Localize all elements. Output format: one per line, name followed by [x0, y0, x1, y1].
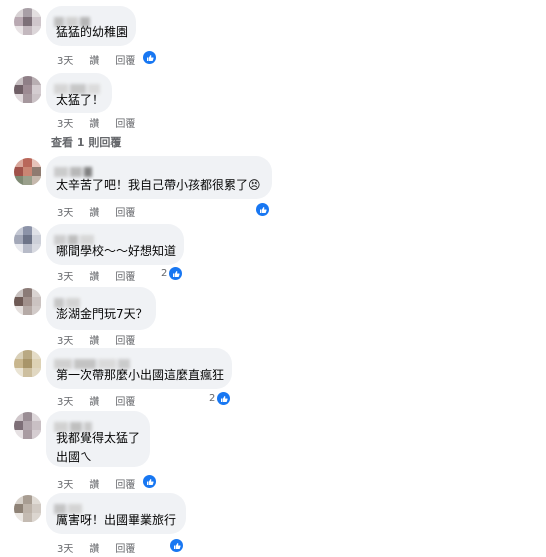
comment-time[interactable]: 3天 [57, 393, 73, 408]
like-action[interactable]: 讚 [89, 393, 99, 408]
comment-bubble: 太猛了！ [46, 73, 112, 113]
reply-action[interactable]: 回覆 [115, 540, 135, 555]
comment-bubble: 澎湖金門玩7天？ [46, 287, 156, 330]
comment-text: 太辛苦了吧！我自己帶小孩都很累了😣 [56, 178, 261, 192]
like-action[interactable]: 讚 [89, 476, 99, 491]
reply-action[interactable]: 回覆 [115, 52, 135, 67]
avatar[interactable] [14, 495, 42, 523]
comment-bubble: 哪間學校～～好想知道 [46, 224, 184, 265]
comment-bubble: 第一次帶那麼小出國這麼直瘋狂 [46, 348, 232, 389]
comment-bubble: 太辛苦了吧！我自己帶小孩都很累了😣 [46, 156, 272, 199]
reaction-badge[interactable] [170, 539, 185, 552]
avatar[interactable] [14, 76, 42, 104]
comment-time[interactable]: 3天 [57, 204, 73, 219]
thumbs-up-icon [143, 51, 156, 64]
reply-action[interactable]: 回覆 [115, 332, 135, 347]
comment-time[interactable]: 3天 [57, 332, 73, 347]
avatar[interactable] [14, 412, 42, 440]
commenter-name-blurred[interactable] [54, 499, 84, 514]
reply-action[interactable]: 回覆 [115, 393, 135, 408]
comment-bubble: 厲害呀！出國畢業旅行 [46, 493, 186, 534]
comment-text: 猛猛的幼稚園 [56, 25, 129, 39]
comment-text: 澎湖金門玩7天？ [56, 307, 148, 321]
commenter-name-blurred[interactable] [54, 354, 132, 369]
avatar[interactable] [14, 226, 42, 254]
comment-bubble: 我都覺得太猛了 出國ㄟ [46, 411, 150, 467]
comment-text: 厲害呀！出國畢業旅行 [56, 513, 177, 527]
reaction-badge[interactable]: 2 [209, 392, 231, 405]
commenter-name-blurred[interactable] [54, 293, 82, 308]
thumbs-up-icon [217, 392, 231, 405]
thumbs-up-icon [170, 539, 183, 552]
comment-text: 我都覺得太猛了 出國ㄟ [56, 431, 141, 464]
commenter-name-blurred[interactable] [54, 79, 102, 94]
view-replies-link[interactable]: 查看 1 則回覆 [51, 134, 121, 150]
reaction-badge[interactable] [143, 51, 158, 64]
like-action[interactable]: 讚 [89, 52, 99, 67]
like-action[interactable]: 讚 [89, 268, 99, 283]
commenter-name-blurred[interactable] [54, 230, 96, 245]
commenter-name-blurred[interactable] [54, 417, 94, 432]
comment-time[interactable]: 3天 [57, 540, 73, 555]
reaction-badge[interactable] [143, 475, 158, 488]
thumbs-up-icon [256, 203, 269, 216]
reaction-badge[interactable] [256, 203, 271, 216]
like-action[interactable]: 讚 [89, 540, 99, 555]
comment-time[interactable]: 3天 [57, 115, 73, 130]
reply-action[interactable]: 回覆 [115, 115, 135, 130]
comment-text: 哪間學校～～好想知道 [56, 244, 177, 258]
commenter-name-blurred[interactable] [54, 12, 92, 27]
like-action[interactable]: 讚 [89, 332, 99, 347]
avatar[interactable] [14, 288, 42, 316]
reaction-badge[interactable]: 2 [161, 267, 183, 280]
comment-time[interactable]: 3天 [57, 268, 73, 283]
reply-action[interactable]: 回覆 [115, 204, 135, 219]
like-action[interactable]: 讚 [89, 115, 99, 130]
like-count: 2 [161, 268, 168, 279]
comment-bubble: 猛猛的幼稚園 [46, 6, 136, 46]
reply-action[interactable]: 回覆 [115, 268, 135, 283]
comment-time[interactable]: 3天 [57, 52, 73, 67]
like-count: 2 [209, 393, 216, 404]
avatar[interactable] [14, 8, 42, 36]
thumbs-up-icon [143, 475, 156, 488]
like-action[interactable]: 讚 [89, 204, 99, 219]
commenter-name-blurred[interactable] [54, 162, 94, 177]
comment-text: 太猛了！ [56, 93, 105, 107]
comment-text: 第一次帶那麼小出國這麼直瘋狂 [56, 368, 225, 382]
comment-time[interactable]: 3天 [57, 476, 73, 491]
reply-action[interactable]: 回覆 [115, 476, 135, 491]
thumbs-up-icon [169, 267, 183, 280]
avatar[interactable] [14, 158, 42, 186]
avatar[interactable] [14, 350, 42, 378]
